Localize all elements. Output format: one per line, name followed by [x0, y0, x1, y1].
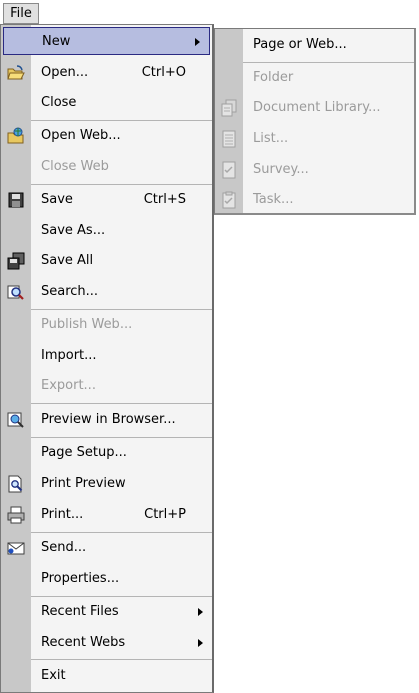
menu-bar: File — [0, 0, 419, 26]
menu-item-label: Close — [41, 95, 77, 110]
menu-item-open[interactable]: Open... Ctrl+O — [1, 59, 212, 87]
menu-item-recent-files[interactable]: Recent Files — [1, 598, 212, 626]
submenu-item-document-library: Document Library... — [215, 94, 414, 122]
print-preview-icon — [8, 475, 23, 493]
menu-item-label: Print Preview — [41, 476, 126, 491]
menu-separator — [31, 596, 212, 597]
menu-separator — [31, 184, 212, 185]
menu-item-print-preview[interactable]: Print Preview — [1, 470, 212, 498]
menu-item-label: Page Setup... — [41, 445, 127, 460]
menu-item-label: Task... — [253, 192, 294, 207]
menu-item-label: Publish Web... — [41, 317, 133, 332]
open-web-icon — [7, 127, 24, 144]
menu-item-label: Save As... — [41, 223, 106, 238]
survey-icon — [222, 161, 236, 179]
task-icon — [222, 191, 236, 209]
menu-item-preview-in-browser[interactable]: Preview in Browser... — [1, 406, 212, 434]
menu-item-label: Close Web — [41, 159, 109, 174]
document-library-icon — [221, 99, 237, 117]
menu-separator — [31, 120, 212, 121]
menu-item-label: Send... — [41, 540, 87, 555]
menu-item-label: Save All — [41, 253, 94, 268]
preview-browser-icon — [7, 412, 24, 428]
menu-item-label: New — [42, 34, 71, 49]
menu-item-close-web: Close Web — [1, 153, 212, 181]
menu-item-export: Export... — [1, 372, 212, 400]
menu-item-page-setup[interactable]: Page Setup... — [1, 439, 212, 467]
menu-item-recent-webs[interactable]: Recent Webs — [1, 629, 212, 657]
menu-item-label: List... — [253, 131, 289, 146]
menu-item-label: Preview in Browser... — [41, 412, 176, 427]
save-icon — [8, 192, 24, 208]
file-menu-button[interactable]: File — [3, 3, 39, 24]
menu-item-save-as[interactable]: Save As... — [1, 217, 212, 245]
menu-separator — [243, 62, 414, 63]
menu-item-save[interactable]: Save Ctrl+S — [1, 186, 212, 214]
new-submenu: Page or Web... Folder Document Library..… — [214, 28, 416, 215]
submenu-arrow-icon — [195, 38, 200, 46]
menu-item-save-all[interactable]: Save All — [1, 247, 212, 275]
menu-separator — [31, 403, 212, 404]
menu-item-label: Folder — [253, 70, 294, 85]
open-folder-icon — [7, 65, 25, 80]
menu-item-label: Survey... — [253, 162, 309, 177]
shortcut-label: Ctrl+O — [141, 65, 186, 80]
menu-item-label: Open... — [41, 65, 89, 80]
save-all-icon — [7, 252, 25, 270]
menu-item-label: Print... — [41, 507, 84, 522]
menu-item-import[interactable]: Import... — [1, 342, 212, 370]
menu-item-new[interactable]: New — [3, 27, 210, 55]
menu-item-properties[interactable]: Properties... — [1, 565, 212, 593]
file-menu: New Open... Ctrl+O Close Open Web... Clo… — [0, 24, 214, 693]
menu-item-publish-web: Publish Web... — [1, 311, 212, 339]
send-mail-icon — [7, 542, 25, 555]
submenu-item-survey: Survey... — [215, 156, 414, 184]
print-icon — [7, 506, 25, 524]
menu-item-exit[interactable]: Exit — [1, 662, 212, 690]
menu-separator — [31, 532, 212, 533]
menu-item-label: Search... — [41, 284, 99, 299]
submenu-item-task: Task... — [215, 186, 414, 214]
submenu-arrow-icon — [198, 608, 203, 616]
submenu-item-folder: Folder — [215, 64, 414, 92]
submenu-item-page-or-web[interactable]: Page or Web... — [215, 31, 414, 59]
menu-item-label: Save — [41, 192, 73, 207]
menu-item-label: Exit — [41, 668, 66, 683]
shortcut-label: Ctrl+P — [144, 507, 186, 522]
menu-item-open-web[interactable]: Open Web... — [1, 122, 212, 150]
menu-item-label: Export... — [41, 378, 96, 393]
menu-item-print[interactable]: Print... Ctrl+P — [1, 501, 212, 529]
submenu-arrow-icon — [198, 639, 203, 647]
menu-separator — [31, 437, 212, 438]
menu-item-send[interactable]: Send... — [1, 534, 212, 562]
menu-separator — [31, 309, 212, 310]
menu-item-search[interactable]: Search... — [1, 278, 212, 306]
list-icon — [222, 130, 236, 148]
menu-separator — [31, 659, 212, 660]
menu-item-label: Open Web... — [41, 128, 121, 143]
menu-item-label: Document Library... — [253, 100, 381, 115]
menu-item-close[interactable]: Close — [1, 89, 212, 117]
menu-item-label: Import... — [41, 348, 97, 363]
menu-item-label: Properties... — [41, 571, 120, 586]
menu-item-label: Recent Webs — [41, 635, 126, 650]
menu-item-label: Page or Web... — [253, 37, 347, 52]
menu-item-label: Recent Files — [41, 604, 119, 619]
submenu-item-list: List... — [215, 125, 414, 153]
shortcut-label: Ctrl+S — [143, 192, 186, 207]
search-icon — [7, 285, 24, 300]
